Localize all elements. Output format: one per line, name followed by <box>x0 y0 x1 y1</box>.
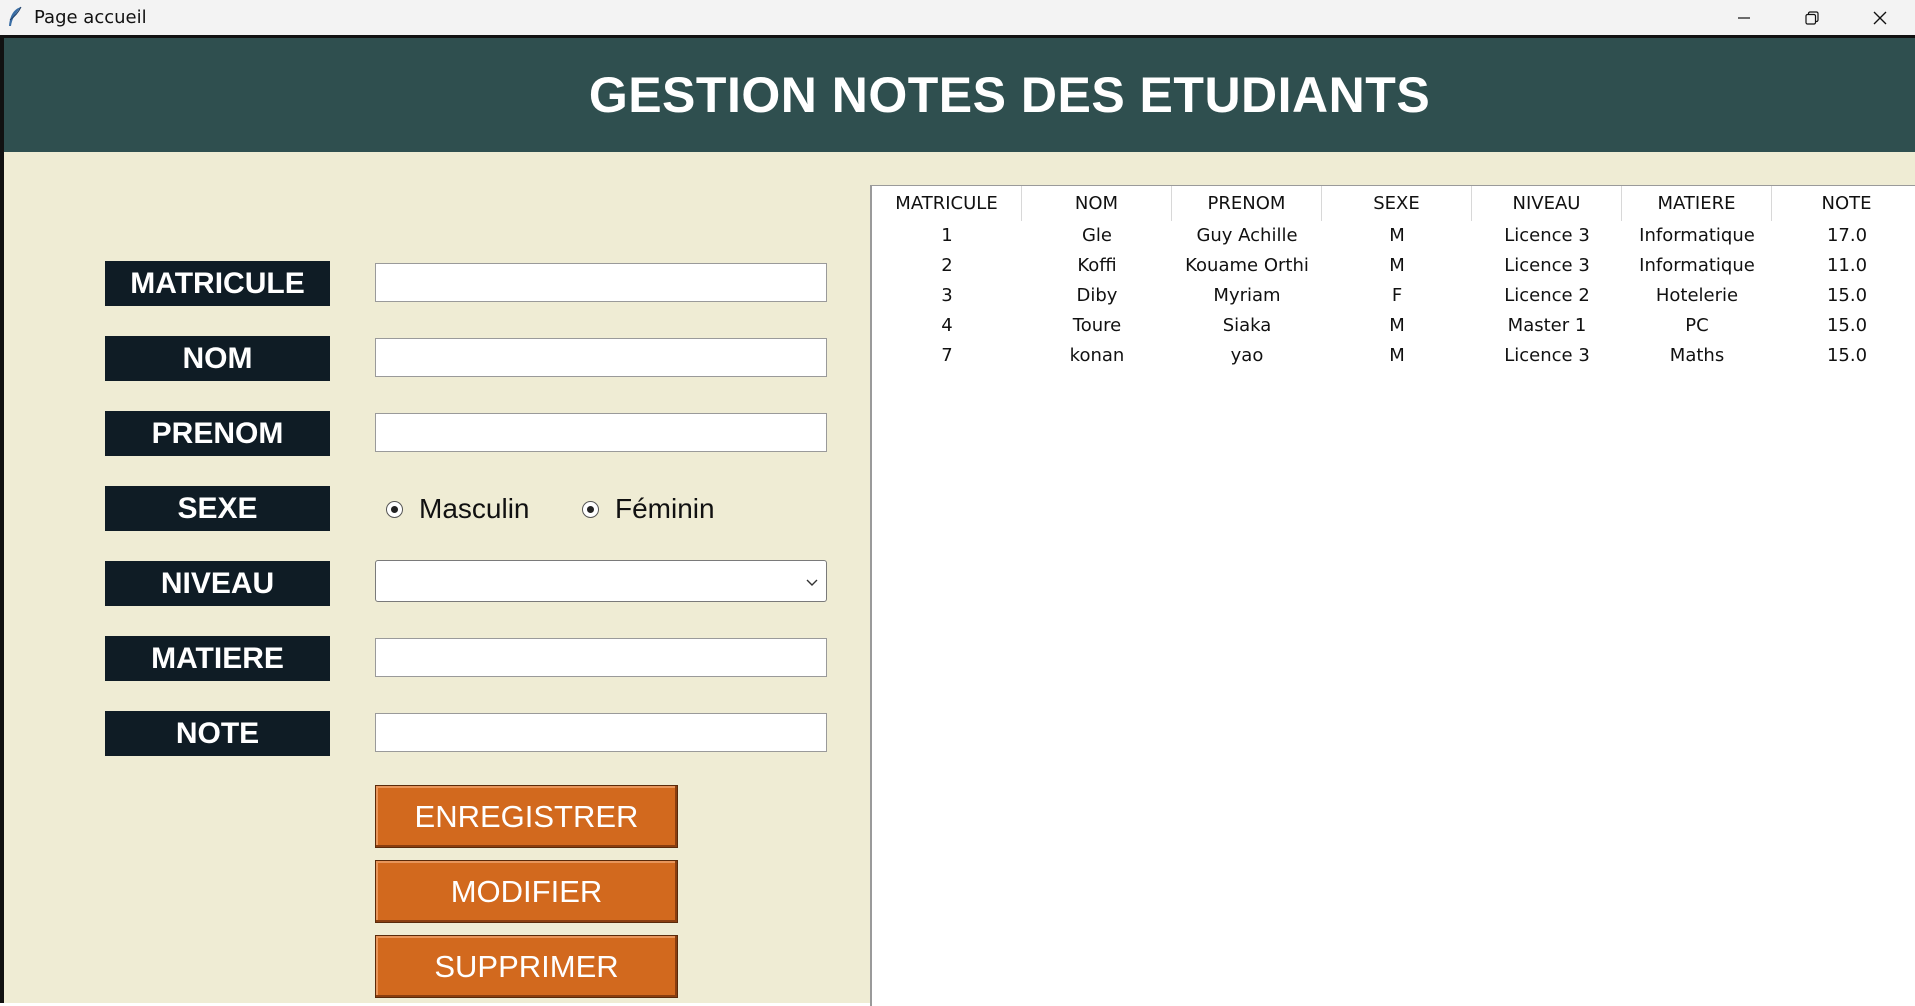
feather-icon <box>9 6 22 26</box>
table-cell: 15.0 <box>1826 344 1868 366</box>
table-cell: yao <box>1230 344 1264 366</box>
table-cell: 2 <box>941 254 953 276</box>
radio-masculin-label: Masculin <box>419 493 530 524</box>
column-header-sexe[interactable]: SEXE <box>1322 186 1472 221</box>
table-cell: Kouame Orthi <box>1185 254 1309 276</box>
table-header: MATRICULE NOM PRENOM SEXE NIVEAU MATIERE NOTE <box>872 186 1915 221</box>
table-cell: PC <box>1685 314 1709 336</box>
column-header-prenom[interactable]: PRENOM <box>1172 186 1322 221</box>
table-cell: Siaka <box>1222 314 1272 336</box>
table-cell: Myriam <box>1213 284 1281 306</box>
radio-feminin-label: Féminin <box>615 493 715 524</box>
table-cell: Licence 3 <box>1504 344 1590 366</box>
table-cell: 17.0 <box>1826 224 1868 246</box>
table-row[interactable]: 7 konan yao M Licence 3 Maths 15.0 <box>872 340 1915 370</box>
close-icon <box>1873 11 1887 24</box>
table-cell: 7 <box>941 344 953 366</box>
table-row[interactable]: 3 Diby Myriam F Licence 2 Hotelerie 15.0 <box>872 280 1915 310</box>
table-cell: M <box>1389 254 1405 276</box>
table-cell: 11.0 <box>1826 254 1868 276</box>
close-button[interactable] <box>1846 0 1914 35</box>
table-cell: M <box>1389 344 1405 366</box>
table-cell: Maths <box>1669 344 1725 366</box>
table-cell: Informatique <box>1639 224 1755 246</box>
column-header-niveau[interactable]: NIVEAU <box>1472 186 1622 221</box>
table-cell: Informatique <box>1639 254 1755 276</box>
header-banner: GESTION NOTES DES ETUDIANTS <box>4 38 1915 152</box>
table-cell: 3 <box>941 284 953 306</box>
window-title: Page accueil <box>34 7 147 28</box>
column-header-matiere[interactable]: MATIERE <box>1622 186 1772 221</box>
table-cell: Licence 3 <box>1504 224 1590 246</box>
minimize-button[interactable] <box>1710 0 1778 35</box>
radio-masculin[interactable]: Masculin <box>386 493 529 525</box>
table-cell: Master 1 <box>1507 314 1587 336</box>
chevron-down-icon[interactable] <box>804 574 820 590</box>
page-title: GESTION NOTES DES ETUDIANTS <box>588 67 1431 123</box>
radio-masculin-indicator[interactable] <box>386 500 403 518</box>
table-cell: Hotelerie <box>1655 284 1739 306</box>
table-row[interactable]: 2 Koffi Kouame Orthi M Licence 3 Informatique… <box>872 250 1915 280</box>
column-header-note[interactable]: NOTE <box>1772 186 1915 221</box>
table-cell: Diby <box>1076 284 1118 306</box>
table-cell: 4 <box>941 314 953 336</box>
table-cell: Licence 3 <box>1504 254 1590 276</box>
minimize-icon <box>1738 16 1750 19</box>
modify-button[interactable]: MODIFIER <box>375 860 678 923</box>
niveau-combobox[interactable] <box>375 560 827 602</box>
matiere-input[interactable] <box>375 638 827 677</box>
restore-icon <box>1805 10 1819 25</box>
table-cell: 1 <box>941 224 953 246</box>
niveau-label: NIVEAU <box>105 561 330 606</box>
table-cell: M <box>1389 224 1405 246</box>
matiere-label: MATIERE <box>105 636 330 681</box>
table-cell: F <box>1391 284 1403 306</box>
table-cell: M <box>1389 314 1405 336</box>
table-cell: Licence 2 <box>1504 284 1590 306</box>
table-body: 1 Gle Guy Achille M Licence 3 Informatique 17.… <box>872 220 1915 370</box>
note-label: NOTE <box>105 711 330 756</box>
save-button[interactable]: ENREGISTRER <box>375 785 678 848</box>
window-titlebar: Page accueil <box>0 0 1915 35</box>
restore-button[interactable] <box>1778 0 1846 35</box>
table-cell: Toure <box>1072 314 1122 336</box>
nom-label: NOM <box>105 336 330 381</box>
matricule-input[interactable] <box>375 263 827 302</box>
delete-button[interactable]: SUPPRIMER <box>375 935 678 998</box>
radio-feminin-indicator[interactable] <box>582 500 599 518</box>
radio-feminin[interactable]: Féminin <box>582 493 715 525</box>
table-cell: Koffi <box>1077 254 1117 276</box>
note-input[interactable] <box>375 713 827 752</box>
nom-input[interactable] <box>375 338 827 377</box>
prenom-label: PRENOM <box>105 411 330 456</box>
table-cell: konan <box>1069 344 1125 366</box>
table-row[interactable]: 4 Toure Siaka M Master 1 PC 15.0 <box>872 310 1915 340</box>
table-cell: Guy Achille <box>1196 224 1298 246</box>
column-header-nom[interactable]: NOM <box>1022 186 1172 221</box>
prenom-input[interactable] <box>375 413 827 452</box>
table-cell: 15.0 <box>1826 284 1868 306</box>
sexe-label: SEXE <box>105 486 330 531</box>
table-cell: Gle <box>1081 224 1113 246</box>
table-cell: 15.0 <box>1826 314 1868 336</box>
column-header-matricule[interactable]: MATRICULE <box>872 186 1022 221</box>
students-table[interactable]: MATRICULE NOM PRENOM SEXE NIVEAU MATIERE NOTE … <box>870 185 1915 1006</box>
matricule-label: MATRICULE <box>105 261 330 306</box>
app-window: GESTION NOTES DES ETUDIANTS MATRICULE NO… <box>0 35 1915 1006</box>
table-row[interactable]: 1 Gle Guy Achille M Licence 3 Informatique 17.… <box>872 220 1915 250</box>
